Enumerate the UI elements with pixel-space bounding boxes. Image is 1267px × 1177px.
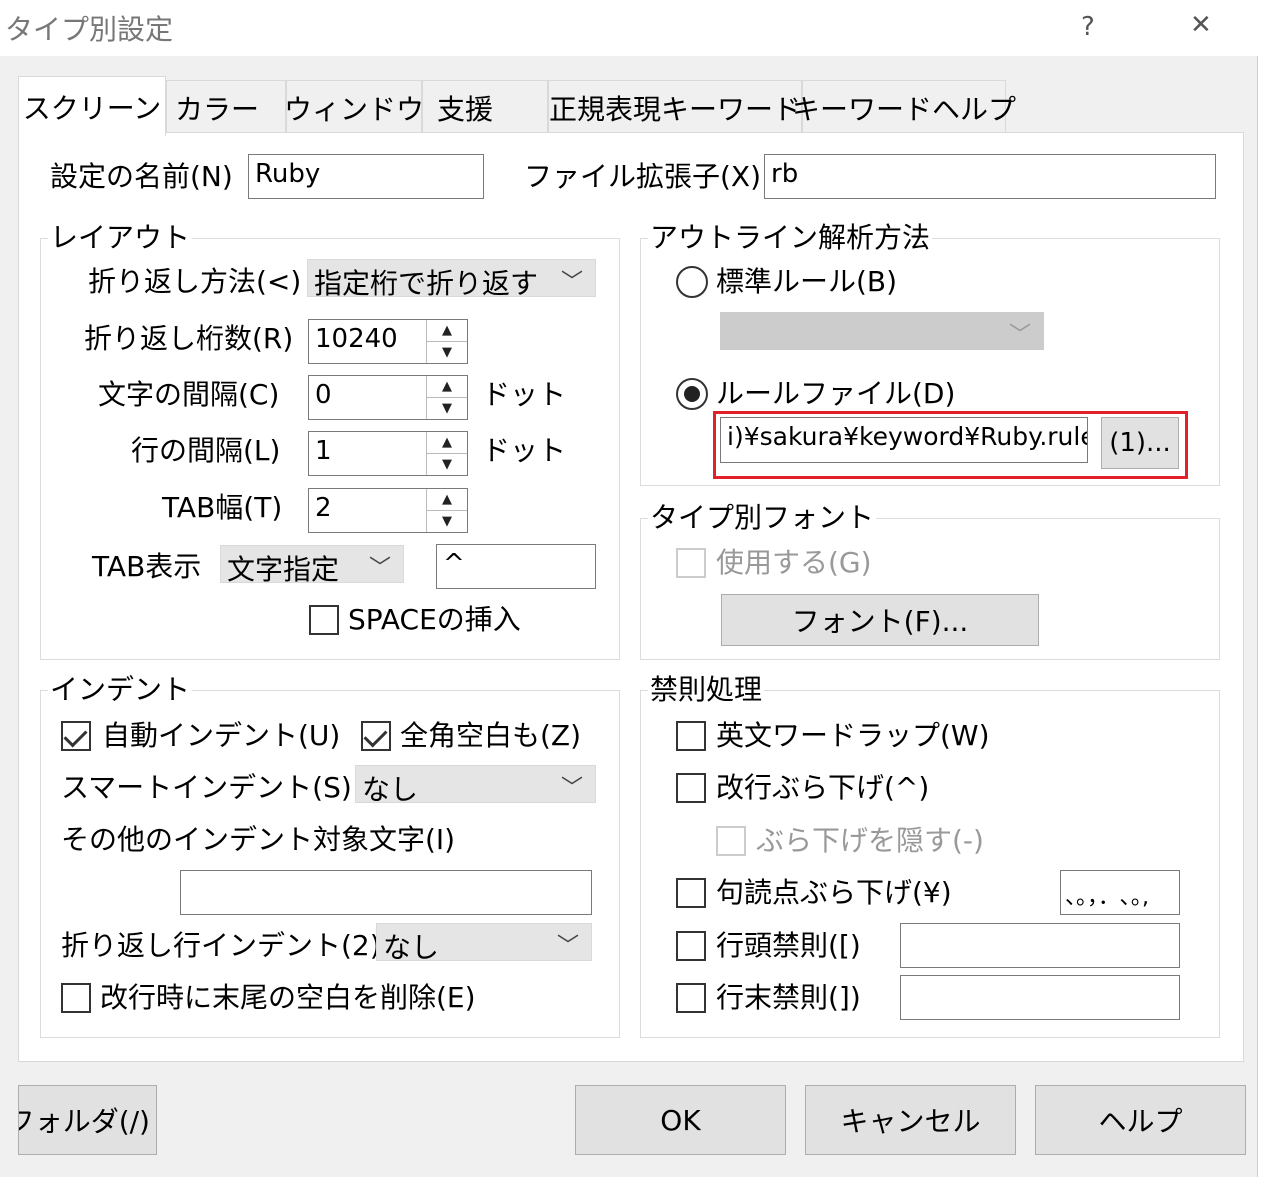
name-label: 設定の名前(N) bbox=[50, 160, 233, 193]
rule-file-radio[interactable] bbox=[676, 378, 708, 410]
tab-color[interactable]: カラー bbox=[166, 80, 286, 134]
window-title: タイプ別設定 bbox=[5, 13, 174, 46]
tab-regex-keyword[interactable]: 正規表現キーワード bbox=[548, 80, 802, 134]
char-gap-value: 0 bbox=[315, 380, 332, 410]
smart-indent-select[interactable]: なし ﹀ bbox=[355, 765, 596, 806]
chevron-down-icon: ﹀ bbox=[1008, 323, 1031, 348]
other-chars-input[interactable] bbox=[180, 870, 592, 915]
auto-indent-checkbox[interactable] bbox=[61, 721, 91, 751]
name-input[interactable]: Ruby bbox=[248, 154, 484, 199]
line-gap-stepper[interactable]: 1 ▲ ▼ bbox=[308, 431, 468, 476]
spin-down-icon[interactable]: ▼ bbox=[426, 342, 467, 363]
use-font-label: 使用する(G) bbox=[716, 546, 872, 579]
hide-hang-checkbox[interactable] bbox=[716, 826, 746, 856]
layout-group-title: レイアウト bbox=[48, 221, 193, 254]
tab-char-input[interactable]: ^ bbox=[436, 544, 596, 589]
standard-rule-label: 標準ルール(B) bbox=[716, 265, 898, 298]
wrap-cols-label: 折り返し桁数(R) bbox=[84, 322, 294, 355]
punct-input[interactable]: 、。，．､｡, bbox=[1060, 870, 1180, 915]
tab-display-select[interactable]: 文字指定 ﹀ bbox=[220, 545, 404, 586]
space-insert-label: SPACEの挿入 bbox=[348, 603, 521, 636]
font-group-title: タイプ別フォント bbox=[648, 501, 877, 534]
help-button[interactable]: ヘルプ bbox=[1035, 1085, 1246, 1155]
line-head-input[interactable] bbox=[900, 923, 1180, 968]
smart-indent-label: スマートインデント(S) bbox=[61, 771, 352, 804]
wrap-method-label: 折り返し方法(<) bbox=[88, 265, 302, 298]
tab-width-stepper[interactable]: 2 ▲ ▼ bbox=[308, 488, 468, 533]
rule-file-label: ルールファイル(D) bbox=[716, 377, 956, 410]
fullwidth-space-checkbox[interactable] bbox=[361, 721, 391, 751]
wrap-indent-label: 折り返し行インデント(2) bbox=[61, 929, 381, 962]
spin-down-icon[interactable]: ▼ bbox=[426, 511, 467, 532]
hide-hang-label: ぶら下げを隠す(-) bbox=[756, 824, 984, 857]
spin-up-icon[interactable]: ▲ bbox=[426, 320, 467, 342]
indent-group-title: インデント bbox=[48, 673, 193, 706]
standard-rule-select[interactable]: ﹀ bbox=[720, 312, 1044, 350]
chevron-down-icon: ﹀ bbox=[556, 934, 579, 959]
extension-input[interactable]: rb bbox=[764, 154, 1216, 199]
trim-trailing-label: 改行時に末尾の空白を削除(E) bbox=[100, 981, 476, 1014]
line-head-checkbox[interactable] bbox=[676, 931, 706, 961]
tab-window[interactable]: ウィンドウ bbox=[284, 80, 424, 134]
line-gap-label: 行の間隔(L) bbox=[131, 434, 281, 467]
tab-screen[interactable]: スクリーン bbox=[18, 76, 166, 136]
tab-width-label: TAB幅(T) bbox=[162, 491, 283, 524]
use-font-checkbox[interactable] bbox=[676, 548, 706, 578]
fullwidth-space-label: 全角空白も(Z) bbox=[400, 719, 582, 752]
tab-support[interactable]: 支援 bbox=[422, 80, 548, 134]
wrap-method-select[interactable]: 指定桁で折り返す ﹀ bbox=[307, 259, 596, 300]
chevron-down-icon: ﹀ bbox=[368, 556, 391, 581]
line-tail-checkbox[interactable] bbox=[676, 983, 706, 1013]
word-wrap-label: 英文ワードラップ(W) bbox=[716, 719, 990, 752]
smart-indent-value: なし bbox=[362, 773, 419, 806]
tab-display-value: 文字指定 bbox=[227, 553, 340, 586]
wrap-indent-select[interactable]: なし ﹀ bbox=[376, 923, 592, 964]
cancel-button[interactable]: キャンセル bbox=[805, 1085, 1016, 1155]
trim-trailing-checkbox[interactable] bbox=[61, 983, 91, 1013]
spin-up-icon[interactable]: ▲ bbox=[426, 432, 467, 454]
rule-file-browse-button[interactable]: (1)... bbox=[1101, 417, 1179, 469]
chevron-down-icon: ﹀ bbox=[560, 270, 583, 295]
auto-indent-label: 自動インデント(U) bbox=[102, 719, 341, 752]
outline-group-title: アウトライン解析方法 bbox=[648, 221, 933, 254]
line-head-label: 行頭禁則([) bbox=[716, 929, 861, 962]
char-gap-label: 文字の間隔(C) bbox=[98, 378, 280, 411]
wrap-cols-stepper[interactable]: 10240 ▲ ▼ bbox=[308, 319, 468, 364]
help-icon[interactable]: ? bbox=[1081, 12, 1095, 42]
close-icon[interactable]: ✕ bbox=[1190, 10, 1212, 40]
char-gap-unit: ドット bbox=[482, 378, 567, 411]
rule-file-input[interactable]: i)¥sakura¥keyword¥Ruby.rule bbox=[720, 417, 1088, 463]
wrap-method-value: 指定桁で折り返す bbox=[314, 267, 539, 300]
wrap-cols-value: 10240 bbox=[315, 324, 398, 354]
line-tail-label: 行末禁則(]) bbox=[716, 981, 861, 1014]
wrap-indent-value: なし bbox=[383, 931, 440, 964]
newline-hang-checkbox[interactable] bbox=[676, 773, 706, 803]
ok-button[interactable]: OK bbox=[575, 1085, 786, 1155]
spin-down-icon[interactable]: ▼ bbox=[426, 398, 467, 419]
punct-hang-checkbox[interactable] bbox=[676, 878, 706, 908]
punct-hang-label: 句読点ぶら下げ(¥) bbox=[716, 876, 952, 909]
tab-keyword-help[interactable]: キーワードヘルプ bbox=[792, 80, 1016, 134]
chevron-down-icon: ﹀ bbox=[560, 776, 583, 801]
spin-down-icon[interactable]: ▼ bbox=[426, 454, 467, 475]
tab-width-value: 2 bbox=[315, 493, 332, 523]
standard-rule-radio[interactable] bbox=[676, 266, 708, 298]
kinsoku-group-title: 禁則処理 bbox=[648, 673, 765, 706]
line-tail-input[interactable] bbox=[900, 975, 1180, 1020]
spin-up-icon[interactable]: ▲ bbox=[426, 489, 467, 511]
other-chars-label: その他のインデント対象文字(I) bbox=[61, 823, 456, 856]
settings-folder-button[interactable]: 定フォルダ(/) bbox=[18, 1085, 157, 1155]
tab-display-label: TAB表示 bbox=[92, 550, 202, 583]
char-gap-stepper[interactable]: 0 ▲ ▼ bbox=[308, 375, 468, 420]
line-gap-unit: ドット bbox=[482, 434, 567, 467]
newline-hang-label: 改行ぶら下げ(^) bbox=[716, 771, 930, 804]
line-gap-value: 1 bbox=[315, 436, 332, 466]
extension-label: ファイル拡張子(X) bbox=[524, 160, 762, 193]
word-wrap-checkbox[interactable] bbox=[676, 721, 706, 751]
font-button[interactable]: フォント(F)... bbox=[721, 594, 1039, 646]
spin-up-icon[interactable]: ▲ bbox=[426, 376, 467, 398]
space-insert-checkbox[interactable] bbox=[309, 605, 339, 635]
